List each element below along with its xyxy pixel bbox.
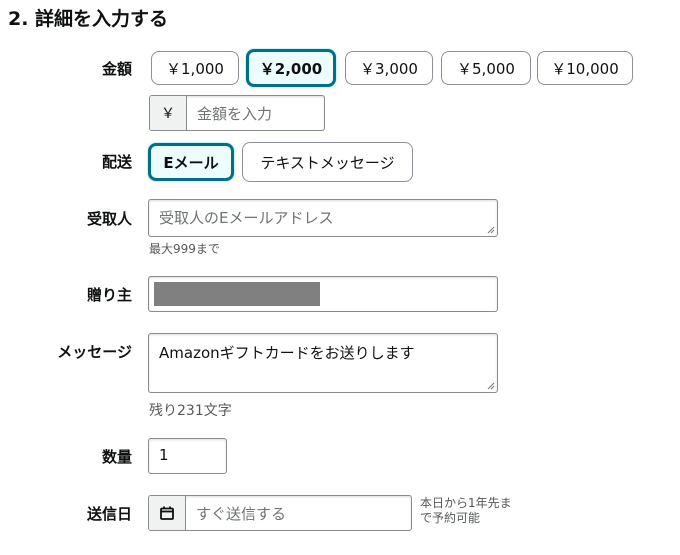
resize-grip-icon[interactable] — [486, 225, 495, 234]
amount-option-10000[interactable]: ￥10,000 — [537, 51, 633, 85]
quantity-label: 数量 — [101, 448, 132, 466]
amount-option-2000[interactable]: ￥2,000 — [246, 49, 336, 87]
section-title: 2. 詳細を入力する — [8, 8, 169, 30]
custom-amount-input[interactable]: 金額を入力 — [187, 96, 272, 130]
amount-label: 金額 — [101, 60, 132, 78]
quantity-input[interactable]: 1 — [148, 438, 227, 474]
send-date-field[interactable]: すぐ送信する — [148, 495, 412, 531]
amount-option-1000[interactable]: ￥1,000 — [151, 51, 239, 85]
delivery-label: 配送 — [101, 153, 132, 171]
send-date-note-line1: 本日から1年先ま — [420, 496, 512, 510]
quantity-value: 1 — [159, 446, 169, 464]
resize-grip-icon[interactable] — [486, 381, 495, 390]
calendar-icon — [160, 506, 174, 520]
currency-prefix: ￥ — [150, 96, 187, 130]
message-textarea[interactable]: Amazonギフトカードをお送りします — [148, 333, 498, 393]
recipient-input[interactable]: 受取人のEメールアドレス — [148, 199, 498, 237]
amount-option-5000[interactable]: ￥5,000 — [441, 51, 531, 85]
send-date-note-line2: で予約可能 — [420, 511, 481, 525]
sender-label: 贈り主 — [86, 286, 132, 304]
delivery-option-email[interactable]: Eメール — [148, 143, 234, 181]
sender-input[interactable] — [148, 276, 498, 312]
custom-amount-field[interactable]: ￥ 金額を入力 — [149, 95, 325, 131]
message-remaining: 残り231文字 — [149, 403, 232, 419]
calendar-button[interactable] — [149, 496, 186, 530]
recipient-hint: 最大999まで — [149, 242, 220, 256]
send-date-label: 送信日 — [86, 505, 132, 523]
message-label: メッセージ — [57, 343, 132, 361]
message-value: Amazonギフトカードをお送りします — [159, 344, 415, 362]
delivery-option-text-message[interactable]: テキストメッセージ — [242, 142, 413, 182]
recipient-label: 受取人 — [86, 210, 132, 228]
send-date-input[interactable]: すぐ送信する — [186, 496, 286, 530]
redacted-sender-name — [154, 282, 320, 306]
amount-option-3000[interactable]: ￥3,000 — [345, 51, 433, 85]
recipient-placeholder: 受取人のEメールアドレス — [159, 209, 334, 227]
